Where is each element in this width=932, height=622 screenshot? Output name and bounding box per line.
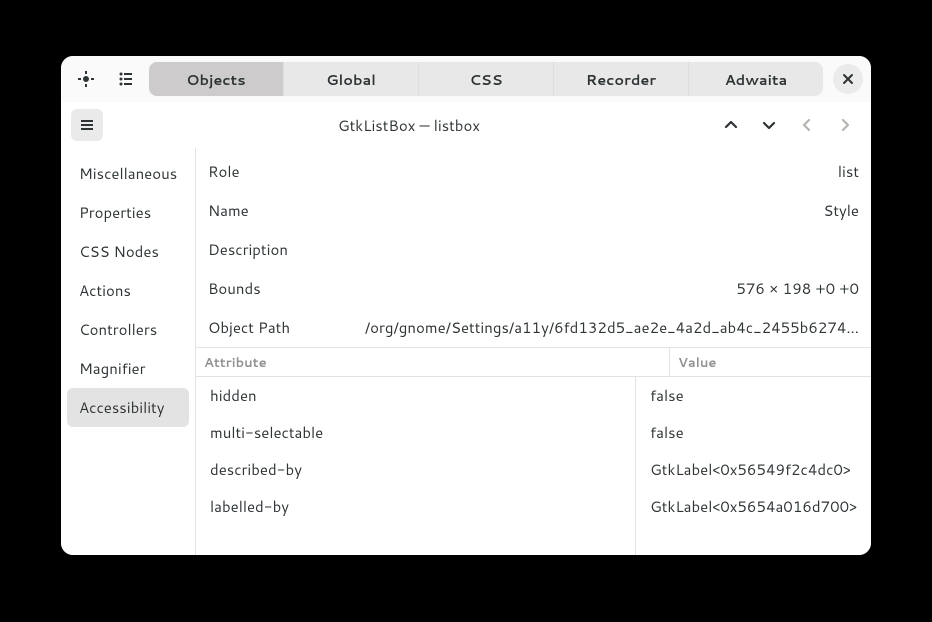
- property-list: Role list Name Style Description Bounds …: [196, 148, 871, 347]
- property-row: Object Path /org/gnome/Settings/a11y/6fd…: [196, 308, 871, 347]
- nav-next-button[interactable]: [829, 109, 861, 141]
- attributes-column-value: false false GtkLabel<0x56549f2c4dc0> Gtk…: [636, 377, 871, 555]
- sidebar-item-accessibility[interactable]: Accessibility: [67, 388, 189, 427]
- property-key: Role: [208, 161, 240, 182]
- property-key: Object Path: [208, 317, 290, 338]
- attributes-header: Attribute Value: [196, 347, 871, 377]
- property-key: Bounds: [208, 278, 261, 299]
- inspector-window: Objects Global CSS Recorder Adwaita GtkL…: [61, 56, 871, 555]
- sidebar-toggle-button[interactable]: [71, 109, 103, 141]
- list-icon-button[interactable]: [109, 62, 143, 96]
- body: Miscellaneous Properties CSS Nodes Actio…: [61, 148, 871, 555]
- nav-up-button[interactable]: [715, 109, 747, 141]
- sidebar-item-magnifier[interactable]: Magnifier: [67, 349, 189, 388]
- list-icon: [118, 71, 134, 87]
- sidebar-item-miscellaneous[interactable]: Miscellaneous: [67, 154, 189, 193]
- sidebar-item-properties[interactable]: Properties: [67, 193, 189, 232]
- tab-recorder[interactable]: Recorder: [554, 62, 689, 96]
- sidebar: Miscellaneous Properties CSS Nodes Actio…: [61, 148, 195, 555]
- main-pane: Role list Name Style Description Bounds …: [195, 148, 871, 555]
- attribute-value[interactable]: false: [636, 377, 871, 414]
- property-value: /org/gnome/Settings/a11y/6fd132d5_ae2e_4…: [290, 317, 859, 338]
- property-row: Role list: [196, 152, 871, 191]
- attributes-body: hidden multi-selectable described-by lab…: [196, 377, 871, 555]
- object-title: GtkListBox — listbox: [109, 115, 709, 136]
- property-value: 576 × 198 +0 +0: [261, 278, 859, 299]
- sidebar-item-css-nodes[interactable]: CSS Nodes: [67, 232, 189, 271]
- nav-down-button[interactable]: [753, 109, 785, 141]
- tab-adwaita[interactable]: Adwaita: [689, 62, 823, 96]
- attribute-value[interactable]: GtkLabel<0x56549f2c4dc0>: [636, 451, 871, 488]
- attributes-column-attribute: hidden multi-selectable described-by lab…: [196, 377, 636, 555]
- attribute-value[interactable]: GtkLabel<0x5654a016d700>: [636, 488, 871, 525]
- close-icon: [842, 73, 854, 85]
- property-row: Description: [196, 230, 871, 269]
- attributes-header-value[interactable]: Value: [670, 348, 871, 376]
- tab-css[interactable]: CSS: [419, 62, 554, 96]
- property-row: Bounds 576 × 198 +0 +0: [196, 269, 871, 308]
- hamburger-icon: [79, 117, 95, 133]
- nav-prev-button[interactable]: [791, 109, 823, 141]
- target-icon-button[interactable]: [69, 62, 103, 96]
- object-toolbar: GtkListBox — listbox: [61, 102, 871, 148]
- sidebar-item-controllers[interactable]: Controllers: [67, 310, 189, 349]
- property-key: Name: [208, 200, 249, 221]
- tab-objects[interactable]: Objects: [149, 62, 284, 96]
- attribute-name[interactable]: described-by: [196, 451, 635, 488]
- attribute-name[interactable]: hidden: [196, 377, 635, 414]
- chevron-left-icon: [800, 118, 814, 132]
- chevron-right-icon: [838, 118, 852, 132]
- view-switcher: Objects Global CSS Recorder Adwaita: [149, 62, 823, 96]
- attribute-name[interactable]: labelled-by: [196, 488, 635, 525]
- sidebar-item-actions[interactable]: Actions: [67, 271, 189, 310]
- chevron-down-icon: [762, 118, 776, 132]
- property-key: Description: [208, 239, 288, 260]
- close-button[interactable]: [833, 64, 863, 94]
- attribute-name[interactable]: multi-selectable: [196, 414, 635, 451]
- chevron-up-icon: [724, 118, 738, 132]
- headerbar: Objects Global CSS Recorder Adwaita: [61, 56, 871, 102]
- property-value: Style: [249, 200, 859, 221]
- property-value: list: [240, 161, 859, 182]
- target-icon: [78, 71, 94, 87]
- property-row: Name Style: [196, 191, 871, 230]
- tab-global[interactable]: Global: [284, 62, 419, 96]
- attribute-value[interactable]: false: [636, 414, 871, 451]
- attributes-header-attribute[interactable]: Attribute: [196, 348, 670, 376]
